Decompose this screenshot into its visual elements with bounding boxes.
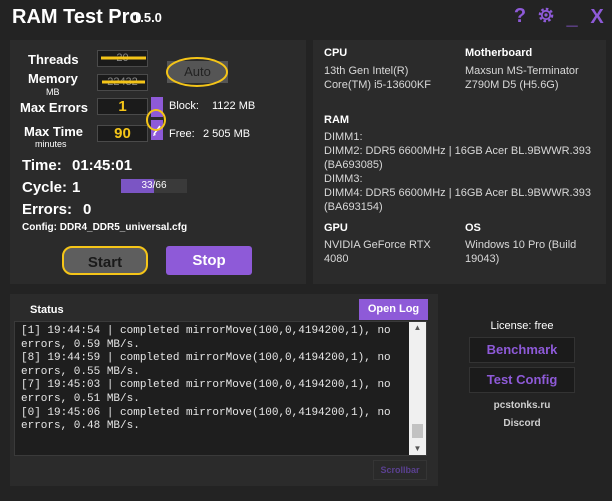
cpu-heading: CPU [324,47,348,59]
open-log-button[interactable]: Open Log [359,299,428,320]
slider-highlight-circle [146,109,166,131]
site-link[interactable]: pcstonks.ru [469,400,575,411]
benchmark-button[interactable]: Benchmark [469,337,575,363]
gpu-value: NVIDIA GeForce RTX 4080 [324,239,431,265]
motherboard-heading: Motherboard [465,47,533,59]
motherboard-value: Maxsun MS-Terminator Z790M D5 (H5.6G) [465,65,579,91]
scroll-thumb[interactable] [412,424,423,438]
log-text: [1] 19:44:54 | completed mirrorMove(100,… [21,325,391,433]
license-text: License: free [490,320,554,332]
gpu-heading: GPU [324,222,348,234]
scroll-up-icon[interactable]: ▲ [409,322,426,334]
ram-heading: RAM [324,114,350,126]
cpu-value: 13th Gen Intel(R) Core(TM) i5-13600KF [324,65,431,91]
log-scrollbar[interactable]: ▲ ▼ [409,322,426,455]
os-value: Windows 10 Pro (Build 19043) [465,239,577,265]
log-output: [1] 19:44:54 | completed mirrorMove(100,… [14,321,427,456]
auto-highlight-circle [166,57,228,87]
tab-status[interactable]: Status [30,304,64,316]
discord-link[interactable]: Discord [469,418,575,429]
ram-value: DIMM1: DIMM2: DDR5 6600MHz | 16GB Acer B… [324,131,591,213]
test-config-button[interactable]: Test Config [469,367,575,393]
scrollbar-button[interactable]: Scrollbar [373,460,427,480]
scroll-down-icon[interactable]: ▼ [409,443,426,455]
os-heading: OS [465,222,481,234]
